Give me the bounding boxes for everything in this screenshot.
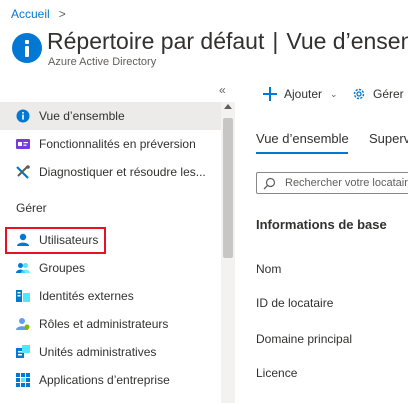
property-primary-domain: Domaine principal — [256, 332, 353, 346]
sidebar-item-admin-units[interactable]: Unités administratives — [0, 338, 221, 366]
breadcrumb: Accueil > — [11, 7, 66, 21]
roles-icon — [16, 318, 30, 330]
sidebar-item-label: Diagnostiquer et résoudre les... — [39, 165, 206, 179]
page-subtitle: Azure Active Directory — [48, 56, 157, 68]
sidebar-item-label: Applications d’entreprise — [39, 373, 170, 387]
info-icon — [16, 109, 30, 123]
sidebar-item-users[interactable]: Utilisateurs — [0, 226, 221, 254]
sidebar-item-preview-features[interactable]: Fonctionnalités en préversion — [0, 130, 221, 158]
sidebar-item-external-identities[interactable]: Identités externes — [0, 282, 221, 310]
sidebar-group-manage: Gérer — [16, 201, 47, 215]
sidebar-item-diagnose[interactable]: Diagnostiquer et résoudre les... — [0, 158, 221, 186]
property-license: Licence — [256, 366, 298, 380]
sidebar-item-label: Unités administratives — [39, 345, 157, 359]
sidebar-item-label: Utilisateurs — [39, 233, 99, 247]
admin-units-icon — [16, 345, 30, 358]
page: Accueil > Répertoire par défaut | Vue d’en… — [0, 0, 408, 403]
active-tab-indicator — [256, 152, 348, 154]
sidebar-item-label: Rôles et administrateurs — [39, 317, 169, 331]
sidebar-item-label: Vue d’ensemble — [39, 109, 125, 123]
property-tenant-id: ID de locataire — [256, 296, 334, 310]
sidebar-item-enterprise-apps[interactable]: Applications d’entreprise — [0, 366, 221, 394]
add-button-label: Ajouter — [284, 87, 323, 101]
property-name: Nom — [256, 262, 282, 276]
page-title: Répertoire par défaut | Vue d’ensemble — [47, 28, 408, 55]
directory-name: Répertoire par défaut — [47, 28, 265, 54]
gear-icon — [353, 88, 365, 100]
chevron-down-icon: ⌄ — [330, 88, 338, 99]
sidebar-item-overview[interactable]: Vue d’ensemble — [0, 102, 221, 130]
manage-button[interactable]: Gérer — [352, 87, 404, 101]
tenant-search-box[interactable] — [256, 172, 408, 194]
user-icon — [17, 233, 29, 246]
search-input[interactable] — [285, 175, 408, 191]
basic-info-heading: Informations de base — [256, 217, 387, 232]
sidebar-item-groups[interactable]: Groupes — [0, 254, 221, 282]
breadcrumb-separator: > — [58, 7, 66, 21]
tools-icon — [16, 165, 30, 179]
enterprise-apps-icon — [16, 373, 30, 387]
sidebar-item-roles-admins[interactable]: Rôles et administrateurs — [0, 310, 221, 338]
group-icon — [16, 263, 30, 273]
collapse-sidebar-button[interactable]: « — [219, 83, 226, 97]
section-name: Vue d’ensemble — [286, 28, 408, 54]
sidebar-item-label: Identités externes — [39, 289, 134, 303]
breadcrumb-home-link[interactable]: Accueil — [11, 7, 50, 21]
title-divider: | — [272, 28, 279, 54]
manage-button-label: Gérer — [373, 87, 404, 101]
external-identities-icon — [16, 290, 30, 302]
sidebar-item-label: Fonctionnalités en préversion — [39, 137, 196, 151]
scroll-up-arrow[interactable] — [224, 104, 232, 109]
sidebar: Vue d’ensemble Fonctionnalités en préver… — [0, 102, 221, 403]
sidebar-item-label: Groupes — [39, 261, 86, 275]
tab-overview[interactable]: Vue d’ensemble — [256, 131, 349, 146]
tab-monitoring[interactable]: Superv — [369, 131, 408, 146]
sidebar-scroll-thumb[interactable] — [223, 118, 233, 258]
info-icon — [12, 33, 42, 63]
add-button[interactable]: Ajouter ⌄ — [263, 87, 338, 101]
plus-icon — [263, 87, 277, 101]
preview-icon — [16, 139, 30, 149]
search-icon — [263, 177, 276, 190]
